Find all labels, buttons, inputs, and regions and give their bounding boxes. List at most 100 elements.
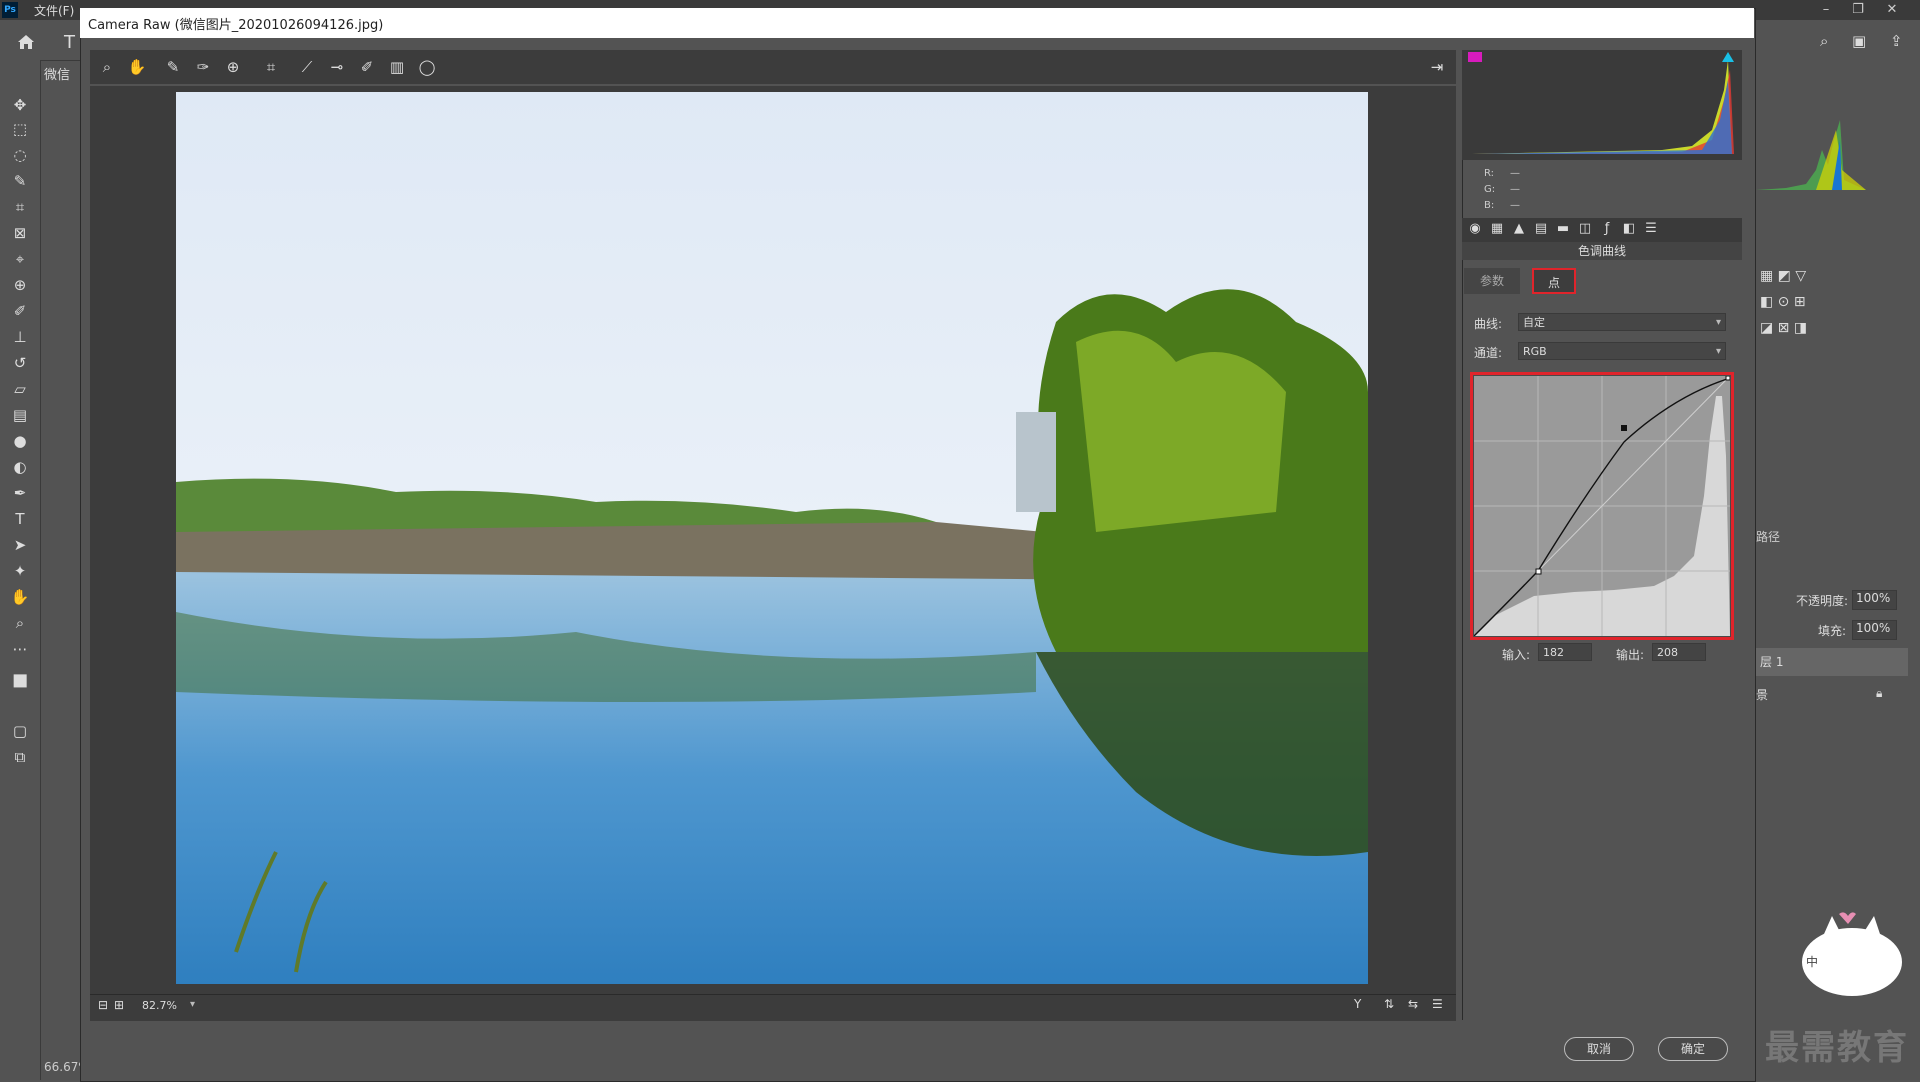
lasso-tool-icon[interactable]: ◌ [8, 144, 32, 166]
calibration-icon[interactable]: ◧ [1620, 220, 1638, 238]
shape-tool-icon[interactable]: ✦ [8, 560, 32, 582]
b-value: — [1510, 200, 1520, 211]
frame-tool-icon[interactable]: ⊠ [8, 222, 32, 244]
before-after-icon[interactable]: Y [1354, 997, 1361, 1011]
blur-icon[interactable]: ● [8, 430, 32, 452]
ps-toolbar: ✥ ⬚ ◌ ✎ ⌗ ⊠ ⌖ ⊕ ✐ ⊥ ↺ ▱ ▤ ● ◐ ✒ T ➤ ✦ ✋ … [0, 60, 41, 1080]
effects-icon[interactable]: ƒ [1598, 220, 1616, 238]
ok-button[interactable]: 确定 [1658, 1037, 1728, 1061]
zoom-tool-icon[interactable]: ⌕ [8, 612, 32, 634]
adjustment-brush-icon[interactable]: ✐ [356, 56, 378, 78]
channel-select[interactable]: RGB ▾ [1518, 342, 1726, 360]
minimize-icon[interactable]: – [1812, 0, 1840, 20]
opacity-field[interactable]: 100% [1852, 590, 1897, 610]
open-preferences-icon[interactable]: ⇥ [1426, 56, 1448, 78]
output-label: 输出: [1616, 648, 1645, 662]
brush-tool-icon[interactable]: ✐ [8, 300, 32, 322]
crop-icon[interactable]: ⌗ [260, 56, 282, 78]
workspace-icon[interactable]: ▣ [1852, 32, 1866, 50]
zoom-in-icon[interactable]: ⊞ [114, 998, 124, 1012]
camera-raw-toolbar [90, 50, 1456, 84]
fill-field[interactable]: 100% [1852, 620, 1897, 640]
gradient-icon[interactable]: ▤ [8, 404, 32, 426]
tab-parametric[interactable]: 参数 [1464, 268, 1520, 294]
screen-mode-icon[interactable]: ⧉ [8, 746, 32, 768]
zoom-out-icon[interactable]: ⊟ [98, 998, 108, 1012]
targeted-adjust-icon[interactable]: ⊕ [222, 56, 244, 78]
home-icon[interactable] [14, 30, 38, 54]
curve-label: 曲线: [1474, 317, 1503, 331]
dodge-icon[interactable]: ◐ [8, 456, 32, 478]
adjustment-icons[interactable]: ▦ ◩ ▽ [1760, 268, 1806, 284]
marquee-tool-icon[interactable]: ⬚ [8, 118, 32, 140]
doc-tab[interactable]: 微信 [44, 64, 80, 86]
zoom-level[interactable]: 82.7% [142, 999, 177, 1012]
share-icon[interactable]: ⇪ [1890, 32, 1903, 50]
path-select-icon[interactable]: ➤ [8, 534, 32, 556]
close-icon[interactable]: ✕ [1878, 0, 1906, 20]
opacity-label: 不透明度: [1796, 594, 1849, 608]
swap-icon[interactable]: ⇅ [1384, 997, 1394, 1011]
g-label: G: [1484, 184, 1496, 195]
chevron-down-icon[interactable]: ▾ [190, 999, 195, 1010]
presets-icon[interactable]: ☰ [1642, 220, 1660, 238]
quick-mask-icon[interactable]: ▢ [8, 720, 32, 742]
channel-value: RGB [1523, 345, 1547, 358]
lens-icon[interactable]: ◫ [1576, 220, 1594, 238]
spot-removal-icon[interactable]: ⊸ [326, 56, 348, 78]
fill-label: 填充: [1818, 624, 1847, 638]
chevron-down-icon: ▾ [1715, 346, 1721, 357]
curve-select[interactable]: 自定 ▾ [1518, 313, 1726, 331]
magic-wand-icon[interactable]: ✎ [8, 170, 32, 192]
text-tool-icon[interactable]: T [64, 32, 75, 53]
settings-toggle-icon[interactable]: ☰ [1432, 997, 1443, 1011]
basic-panel-icon[interactable]: ◉ [1466, 220, 1484, 238]
straighten-icon[interactable]: ⟋ [296, 56, 318, 78]
input-field[interactable]: 182 [1538, 643, 1592, 661]
white-balance-icon[interactable]: ✎ [162, 56, 184, 78]
paths-panel-tab[interactable]: 路径 [1756, 528, 1780, 545]
move-tool-icon[interactable]: ✥ [8, 94, 32, 116]
adjustment-icons-row3[interactable]: ◪ ⊠ ◨ [1760, 320, 1807, 336]
type-tool-icon[interactable]: T [8, 508, 32, 530]
color-sampler-icon[interactable]: ✑ [192, 56, 214, 78]
curve-editor[interactable] [1473, 375, 1731, 637]
r-label: R: [1484, 168, 1495, 179]
eyedropper-icon[interactable]: ⌖ [8, 248, 32, 270]
histogram [1462, 50, 1742, 160]
adjustment-icons-row2[interactable]: ◧ ⊙ ⊞ [1760, 294, 1806, 310]
restore-icon[interactable]: ❐ [1844, 0, 1872, 20]
watermark: 最需教育 [1765, 1028, 1909, 1068]
hand-tool-icon[interactable]: ✋ [8, 586, 32, 608]
copy-settings-icon[interactable]: ⇆ [1408, 997, 1418, 1011]
healing-brush-icon[interactable]: ⊕ [8, 274, 32, 296]
layer-item-1[interactable]: 层 1 [1756, 648, 1908, 676]
preview-image[interactable] [176, 92, 1368, 984]
color-swatch-icon[interactable]: ◼ [8, 668, 32, 690]
detail-icon[interactable]: ▲ [1510, 220, 1528, 238]
history-brush-icon[interactable]: ↺ [8, 352, 32, 374]
cancel-button[interactable]: 取消 [1564, 1037, 1634, 1061]
hsl-icon[interactable]: ▤ [1532, 220, 1550, 238]
chevron-down-icon: ▾ [1715, 317, 1721, 328]
crop-tool-icon[interactable]: ⌗ [8, 196, 32, 218]
split-toning-icon[interactable]: ▬ [1554, 220, 1572, 238]
eraser-icon[interactable]: ▱ [8, 378, 32, 400]
radial-filter-icon[interactable]: ◯ [416, 56, 438, 78]
ps-logo: Ps [2, 2, 18, 18]
hand-icon[interactable]: ✋ [126, 56, 148, 78]
layer-item-background[interactable]: 景 [1756, 686, 1768, 703]
graduated-filter-icon[interactable]: ▥ [386, 56, 408, 78]
ps-histogram-mini [1756, 110, 1866, 200]
channel-label: 通道: [1474, 346, 1503, 360]
pen-tool-icon[interactable]: ✒ [8, 482, 32, 504]
tab-point[interactable]: 点 [1532, 268, 1576, 294]
more-tools-icon[interactable]: ⋯ [8, 638, 32, 660]
svg-text:中: 中 [1806, 954, 1818, 969]
tone-curve-icon[interactable]: ▦ [1488, 220, 1506, 238]
menu-file[interactable]: 文件(F) [34, 2, 74, 19]
search-icon[interactable]: ⌕ [1820, 32, 1828, 50]
zoom-icon[interactable]: ⌕ [96, 56, 118, 78]
clone-stamp-icon[interactable]: ⊥ [8, 326, 32, 348]
output-field[interactable]: 208 [1652, 643, 1706, 661]
